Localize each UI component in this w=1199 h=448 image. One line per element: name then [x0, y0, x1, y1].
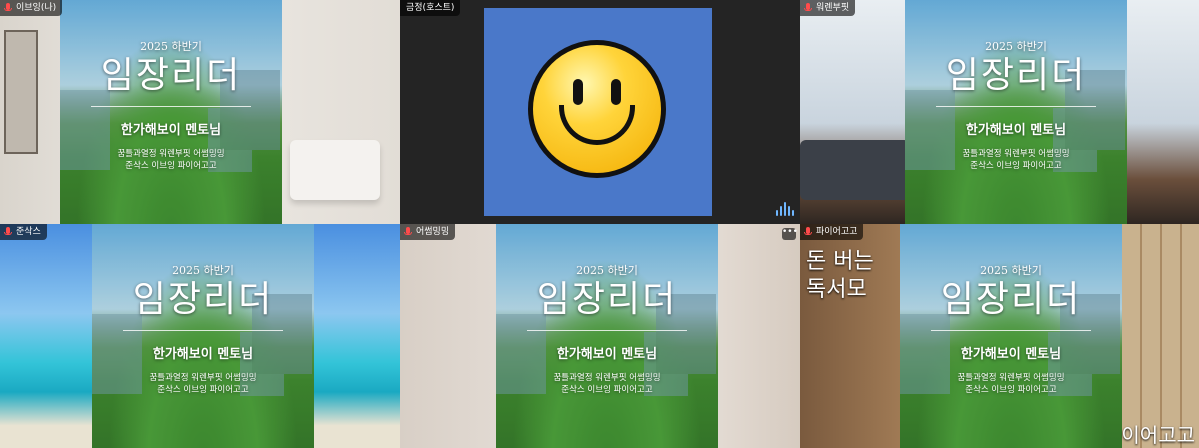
- mic-muted-icon: [404, 227, 412, 237]
- poster-year: 2025 하반기: [980, 264, 1042, 277]
- poster-subtitle: 한가해보이 멘토님: [965, 123, 1067, 138]
- participant-label: 파이어고고: [800, 224, 864, 240]
- poster-subtitle: 한가해보이 멘토님: [152, 347, 254, 362]
- participant-name: 파이어고고: [816, 227, 858, 237]
- participant-name: 금정(호스트): [406, 3, 455, 13]
- poster-year: 2025 하반기: [576, 264, 638, 277]
- smiley-face-icon: [528, 40, 666, 178]
- poster-year: 2025 하반기: [172, 264, 234, 277]
- participant-name: 워렌부핏: [816, 3, 850, 13]
- more-options-button[interactable]: •••: [782, 228, 798, 240]
- participant-label: 이브잉(나): [0, 0, 63, 16]
- mic-muted-icon: [804, 227, 812, 237]
- poster-names-1: 꿈틀과열정 워렌부핏 어썸밍밍: [957, 373, 1065, 383]
- mic-muted-icon: [804, 3, 812, 13]
- participant-label: 준삭스: [0, 224, 47, 240]
- shared-poster: 2025 하반기 임장리더 한가해보이 멘토님 꿈틀과열정 워렌부핏 어썸밍밍 …: [900, 224, 1122, 448]
- background-ad-text-2: 독서모: [806, 277, 867, 302]
- poster-year: 2025 하반기: [985, 40, 1047, 53]
- participant-label: 금정(호스트): [400, 0, 461, 16]
- poster-names-2: 준삭스 이브잉 파이어고고: [965, 385, 1057, 395]
- participant-name: 이브잉(나): [16, 3, 57, 13]
- poster-year: 2025 하반기: [140, 40, 202, 53]
- audio-level-icon: [776, 202, 794, 216]
- video-tile-self[interactable]: 2025 하반기 임장리더 한가해보이 멘토님 꿈틀과열정 워렌부핏 어썸밍밍 …: [0, 0, 400, 224]
- poster-names-2: 준삭스 이브잉 파이어고고: [561, 385, 653, 395]
- background-corner-text: 이어고고: [1121, 423, 1195, 447]
- video-tile-awesome[interactable]: 2025 하반기 임장리더 한가해보이 멘토님 꿈틀과열정 워렌부핏 어썸밍밍 …: [400, 224, 800, 448]
- participant-label: 어썸밍밍: [400, 224, 456, 240]
- poster-names-2: 준삭스 이브잉 파이어고고: [970, 161, 1062, 171]
- poster-title: 임장리더: [536, 279, 678, 320]
- video-tile-firego[interactable]: 돈 버는 독서모 2025 하반기 임장리더 한가해보이 멘토님 꿈틀과열정 워…: [800, 224, 1199, 448]
- poster-title: 임장리더: [100, 55, 242, 96]
- poster-names-1: 꿈틀과열정 워렌부핏 어썸밍밍: [149, 373, 257, 383]
- participant-name: 준삭스: [16, 227, 41, 237]
- video-tile-junsocks[interactable]: 2025 하반기 임장리더 한가해보이 멘토님 꿈틀과열정 워렌부핏 어썸밍밍 …: [0, 224, 400, 448]
- shared-poster: 2025 하반기 임장리더 한가해보이 멘토님 꿈틀과열정 워렌부핏 어썸밍밍 …: [496, 224, 718, 448]
- poster-names-1: 꿈틀과열정 워렌부핏 어썸밍밍: [117, 149, 225, 159]
- poster-title: 임장리더: [945, 55, 1087, 96]
- poster-names-1: 꿈틀과열정 워렌부핏 어썸밍밍: [553, 373, 661, 383]
- video-tile-host[interactable]: 금정(호스트): [400, 0, 800, 224]
- poster-subtitle: 한가해보이 멘토님: [556, 347, 658, 362]
- participant-name: 어썸밍밍: [416, 227, 450, 237]
- poster-title: 임장리더: [940, 279, 1082, 320]
- poster-title: 임장리더: [132, 279, 274, 320]
- mic-muted-icon: [4, 3, 12, 13]
- shared-poster: 2025 하반기 임장리더 한가해보이 멘토님 꿈틀과열정 워렌부핏 어썸밍밍 …: [905, 0, 1127, 224]
- participant-label: 워렌부핏: [800, 0, 856, 16]
- video-tile-warren[interactable]: 2025 하반기 임장리더 한가해보이 멘토님 꿈틀과열정 워렌부핏 어썸밍밍 …: [800, 0, 1199, 224]
- shared-poster: 2025 하반기 임장리더 한가해보이 멘토님 꿈틀과열정 워렌부핏 어썸밍밍 …: [92, 224, 314, 448]
- poster-subtitle: 한가해보이 멘토님: [960, 347, 1062, 362]
- poster-subtitle: 한가해보이 멘토님: [120, 123, 222, 138]
- poster-names-2: 준삭스 이브잉 파이어고고: [125, 161, 217, 171]
- poster-names-2: 준삭스 이브잉 파이어고고: [157, 385, 249, 395]
- poster-names-1: 꿈틀과열정 워렌부핏 어썸밍밍: [962, 149, 1070, 159]
- background-ad-text-1: 돈 버는: [806, 249, 874, 274]
- mic-muted-icon: [4, 227, 12, 237]
- video-grid: 2025 하반기 임장리더 한가해보이 멘토님 꿈틀과열정 워렌부핏 어썸밍밍 …: [0, 0, 1199, 448]
- shared-poster: 2025 하반기 임장리더 한가해보이 멘토님 꿈틀과열정 워렌부핏 어썸밍밍 …: [60, 0, 282, 224]
